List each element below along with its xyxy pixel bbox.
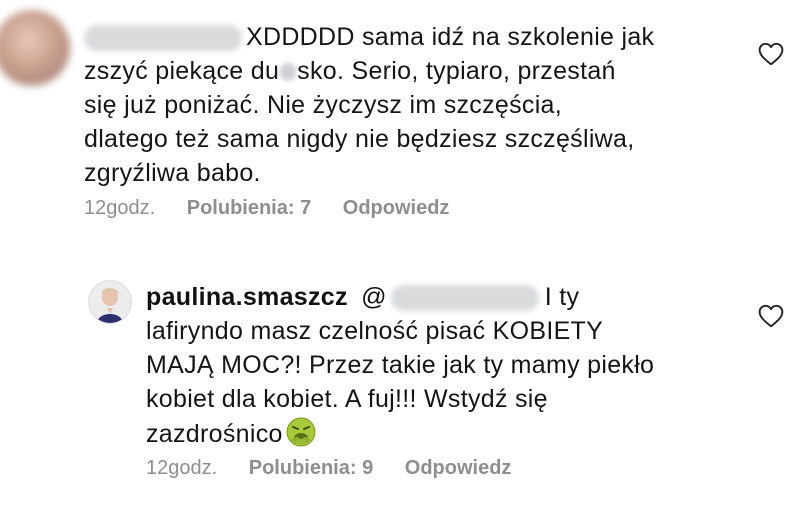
comment-body: paulina.smaszcz @ I ty lafiryndo masz cze… — [146, 280, 654, 451]
comment-2: paulina.smaszcz @ I ty lafiryndo masz cze… — [0, 260, 810, 520]
comment-line-5: zgryźliwa babo. — [84, 159, 261, 187]
comment-line-5: zazdrośnico — [146, 416, 654, 451]
comment-1: XDDDDD sama idź na szkolenie jak zszyć p… — [0, 0, 810, 250]
censored-mark — [280, 63, 297, 81]
comment-line-2: zszyć piekące du sko. Serio, typiaro, prz… — [84, 57, 616, 85]
comment-meta: 12godz. Polubienia: 7 Odpowiedz — [84, 196, 475, 220]
comment-line-3: MAJĄ MOC?! Przez takie jak ty mamy piekł… — [146, 351, 655, 379]
comment-body: XDDDDD sama idź na szkolenie jak zszyć p… — [84, 20, 654, 190]
reply-button[interactable]: Odpowiedz — [405, 456, 512, 480]
mention-at[interactable]: @ — [361, 283, 387, 311]
comment-line-2: lafiryndo masz czelność pisać KOBIETY — [146, 317, 604, 345]
nauseated-face-emoji — [286, 417, 316, 447]
comment-meta: 12godz. Polubienia: 9 Odpowiedz — [146, 456, 537, 480]
blurred-username — [84, 25, 242, 52]
comment-line-3: się już poniżać. Nie życzysz im szczęści… — [84, 91, 563, 119]
likes-count[interactable]: Polubienia: 9 — [249, 456, 373, 480]
timestamp: 12godz. — [146, 457, 218, 479]
timestamp: 12godz. — [84, 197, 156, 219]
blurred-mention — [390, 285, 539, 312]
comment-line-4: kobiet dla kobiet. A fuj!!! Wstydź się — [146, 385, 548, 413]
comment-line-1: XDDDDD sama idź na szkolenie jak — [84, 20, 654, 54]
comment-line-4: dlatego też sama nigdy nie będziesz szcz… — [84, 125, 635, 153]
reply-button[interactable]: Odpowiedz — [343, 196, 450, 220]
likes-count[interactable]: Polubienia: 7 — [187, 196, 311, 220]
avatar[interactable] — [88, 280, 132, 324]
profile-photo — [89, 281, 131, 323]
heart-outline-icon[interactable] — [758, 42, 784, 66]
avatar[interactable] — [0, 10, 70, 86]
heart-outline-icon[interactable] — [758, 304, 784, 328]
username-link[interactable]: paulina.smaszcz — [146, 283, 348, 311]
comment-line-1: paulina.smaszcz @ I ty — [146, 283, 580, 312]
